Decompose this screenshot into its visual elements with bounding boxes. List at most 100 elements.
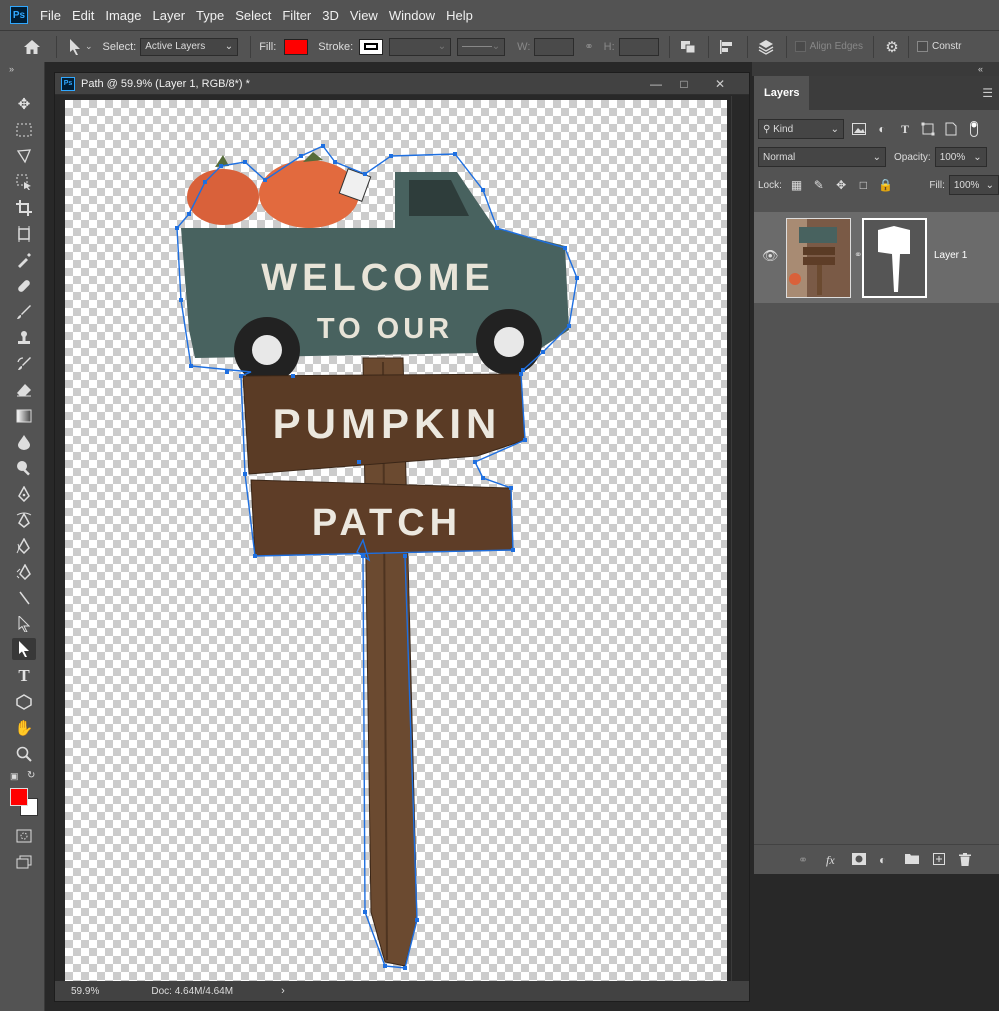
zoom-tool-icon[interactable] <box>12 743 36 765</box>
panel-menu-icon[interactable]: ☰ <box>982 86 993 100</box>
align-edges-checkbox[interactable] <box>794 41 806 52</box>
constrain-path-dragging-checkbox[interactable] <box>917 41 928 52</box>
menu-image[interactable]: Image <box>105 8 141 23</box>
stroke-color-swatch[interactable] <box>359 38 384 55</box>
layer-mask-thumbnail[interactable] <box>862 218 927 298</box>
eye-icon[interactable]: 👁 <box>762 248 779 264</box>
line-tool-icon[interactable] <box>12 587 36 609</box>
brush-tool-icon[interactable] <box>12 301 36 323</box>
sign-text-pumpkin: PUMPKIN <box>273 400 502 447</box>
blend-mode-dropdown[interactable]: Normal ⌄ <box>758 147 886 167</box>
width-field[interactable] <box>534 37 575 56</box>
link-icon[interactable]: ⚭ <box>584 40 593 53</box>
menu-help[interactable]: Help <box>446 8 473 23</box>
filter-adjustment-layers-icon[interactable]: ◐ <box>874 121 890 137</box>
collapse-panels-icon[interactable]: « <box>752 62 999 76</box>
filter-smart-objects-icon[interactable] <box>943 121 959 137</box>
chevron-down-icon[interactable]: ⌄ <box>85 41 93 52</box>
gradient-tool-icon[interactable] <box>12 405 36 427</box>
canvas[interactable]: WELCOME TO OUR PUMPKIN PATCH <box>65 100 727 981</box>
delete-layer-trash-icon[interactable] <box>959 853 971 869</box>
quick-mask-icon[interactable] <box>12 825 36 847</box>
path-selection-tool-preset-icon[interactable] <box>65 37 85 57</box>
canvas-area[interactable]: WELCOME TO OUR PUMPKIN PATCH <box>55 96 749 981</box>
stroke-width-field[interactable]: ⌄ <box>389 37 452 56</box>
menu-edit[interactable]: Edit <box>72 8 94 23</box>
document-tab[interactable]: Ps Path @ 59.9% (Layer 1, RGB/8*) * — □ … <box>55 73 749 95</box>
fill-field[interactable]: 100% ⌄ <box>948 175 999 195</box>
menu-window[interactable]: Window <box>389 8 435 23</box>
link-layers-icon[interactable]: ⚭ <box>798 853 808 867</box>
filter-toggle-icon[interactable] <box>966 121 982 137</box>
eyedropper-tool-icon[interactable] <box>12 249 36 271</box>
zoom-level[interactable]: 59.9% <box>71 986 99 997</box>
lock-transparent-pixels-icon[interactable]: ▦ <box>789 177 804 193</box>
clone-stamp-tool-icon[interactable] <box>12 327 36 349</box>
adjustment-layer-icon[interactable]: ◐ <box>879 853 886 867</box>
filter-type-layers-icon[interactable]: T <box>897 121 913 137</box>
menu-view[interactable]: View <box>350 8 378 23</box>
minimize-icon[interactable]: — <box>647 75 665 93</box>
filter-pixel-layers-icon[interactable] <box>851 121 867 137</box>
move-tool-icon[interactable]: ✥ <box>12 93 36 115</box>
lock-position-icon[interactable]: ✥ <box>833 177 848 193</box>
pen-tool-icon[interactable] <box>12 483 36 505</box>
lock-all-icon[interactable]: 🔒 <box>878 177 893 193</box>
object-selection-tool-icon[interactable] <box>12 171 36 193</box>
fill-color-swatch[interactable] <box>284 38 309 55</box>
layer-row[interactable]: 👁 ⚭ Layer 1 <box>754 212 999 303</box>
new-layer-icon[interactable] <box>933 853 945 868</box>
menu-3d[interactable]: 3D <box>322 8 339 23</box>
healing-brush-tool-icon[interactable] <box>12 275 36 297</box>
polygon-tool-icon[interactable] <box>12 691 36 713</box>
type-tool-icon[interactable]: T <box>12 665 36 687</box>
path-operations-icon[interactable] <box>678 37 698 57</box>
hand-tool-icon[interactable]: ✋ <box>12 717 36 739</box>
stroke-type-dropdown[interactable]: ⌄ <box>457 37 506 56</box>
lasso-tool-icon[interactable] <box>12 145 36 167</box>
default-colors-icon[interactable]: ▣ <box>10 771 19 782</box>
foreground-color-swatch[interactable] <box>10 788 28 806</box>
tab-layers[interactable]: Layers <box>754 76 810 110</box>
curvature-pen-tool-icon[interactable] <box>12 509 36 531</box>
blur-tool-icon[interactable] <box>12 431 36 453</box>
crop-tool-icon[interactable] <box>12 197 36 219</box>
marquee-tool-icon[interactable] <box>12 119 36 141</box>
path-arrangement-icon[interactable] <box>756 37 776 57</box>
content-aware-tracing-tool-icon[interactable] <box>12 561 36 583</box>
freeform-pen-tool-icon[interactable] <box>12 535 36 557</box>
home-icon[interactable] <box>22 37 42 57</box>
vertical-scrollbar[interactable] <box>731 96 749 981</box>
menu-select[interactable]: Select <box>235 8 271 23</box>
maximize-icon[interactable]: □ <box>675 75 693 93</box>
layer-thumbnail[interactable] <box>786 218 851 298</box>
filter-kind-dropdown[interactable]: ⚲ Kind ⌄ <box>758 119 844 139</box>
height-field[interactable] <box>618 37 659 56</box>
new-group-folder-icon[interactable] <box>905 853 919 867</box>
menu-file[interactable]: File <box>40 8 61 23</box>
gear-icon[interactable]: ⚙ <box>882 37 902 57</box>
collapse-toolbar-icon[interactable]: » <box>0 62 44 76</box>
filter-shape-layers-icon[interactable] <box>920 121 936 137</box>
opacity-field[interactable]: 100% ⌄ <box>934 147 987 167</box>
status-menu-arrow-icon[interactable]: › <box>281 985 285 997</box>
screen-mode-icon[interactable] <box>12 851 36 873</box>
swap-colors-icon[interactable]: ↻ <box>27 770 35 781</box>
layer-name[interactable]: Layer 1 <box>934 250 967 261</box>
direct-selection-tool-icon[interactable] <box>12 613 36 635</box>
layer-style-fx-icon[interactable]: fx <box>826 853 835 868</box>
dodge-tool-icon[interactable] <box>12 457 36 479</box>
lock-artboard-icon[interactable]: □ <box>856 177 871 193</box>
close-icon[interactable]: ✕ <box>711 75 729 93</box>
menu-layer[interactable]: Layer <box>153 8 186 23</box>
path-alignment-icon[interactable] <box>717 37 737 57</box>
menu-filter[interactable]: Filter <box>282 8 311 23</box>
add-mask-icon[interactable] <box>852 853 866 868</box>
history-brush-tool-icon[interactable] <box>12 353 36 375</box>
menu-type[interactable]: Type <box>196 8 224 23</box>
lock-image-pixels-icon[interactable]: ✎ <box>811 177 826 193</box>
select-dropdown[interactable]: Active Layers ⌄ <box>140 37 239 56</box>
frame-tool-icon[interactable] <box>12 223 36 245</box>
path-selection-tool-icon[interactable] <box>12 638 36 660</box>
eraser-tool-icon[interactable] <box>12 379 36 401</box>
